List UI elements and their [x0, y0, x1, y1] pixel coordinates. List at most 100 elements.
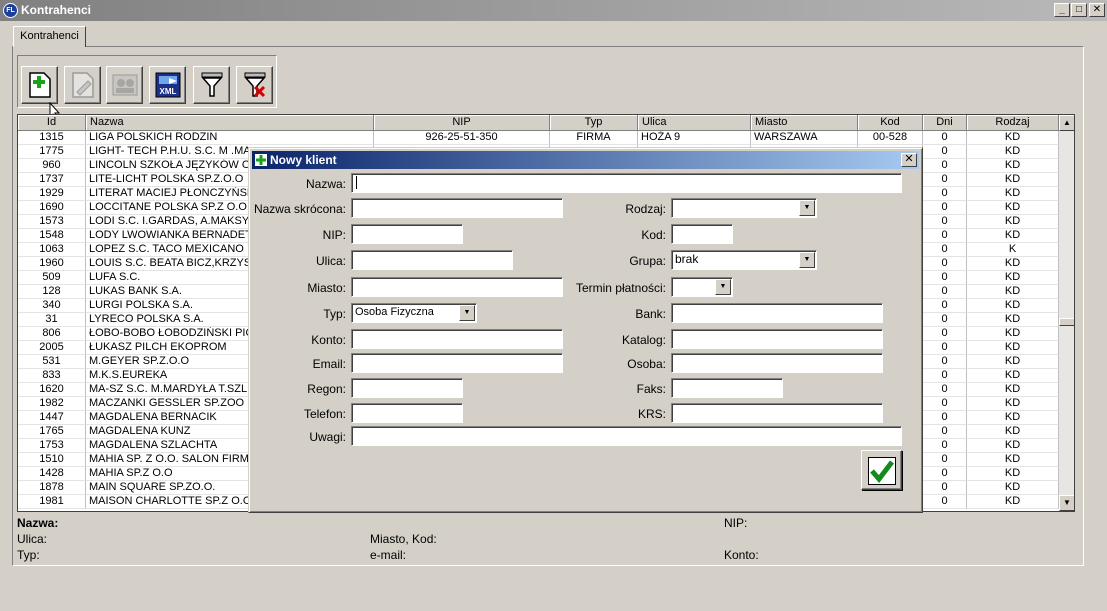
maximize-button[interactable]: □ — [1071, 3, 1087, 17]
table-cell: K — [967, 243, 1059, 257]
scroll-down-button[interactable]: ▼ — [1059, 495, 1074, 511]
table-cell: HOŻA 9 — [638, 131, 751, 145]
contacts-button[interactable] — [106, 66, 143, 104]
termin-platnosci-select[interactable]: ▼ — [671, 277, 733, 297]
filter-icon — [201, 72, 223, 97]
table-cell: 0 — [923, 201, 967, 215]
faks-input[interactable] — [671, 378, 783, 398]
edit-button[interactable] — [64, 66, 101, 104]
column-header[interactable]: NIP — [374, 115, 550, 131]
table-cell: 0 — [923, 187, 967, 201]
dialog-title: Nowy klient — [270, 153, 337, 167]
column-header[interactable]: Rodzaj — [967, 115, 1059, 131]
ulica-input[interactable] — [351, 250, 513, 270]
column-header[interactable]: Ulica — [638, 115, 751, 131]
table-cell: KD — [967, 327, 1059, 341]
uwagi-input[interactable] — [351, 426, 902, 446]
grid-header: Id Nazwa NIP Typ Ulica Miasto Kod Dni Rodzaj — [18, 115, 1059, 131]
ok-button[interactable] — [861, 450, 902, 490]
nazwa-input[interactable] — [351, 173, 902, 193]
table-cell: 0 — [923, 411, 967, 425]
filter-button[interactable] — [193, 66, 230, 104]
table-cell: 0 — [923, 327, 967, 341]
table-cell: 1428 — [18, 467, 86, 481]
email-input[interactable] — [351, 353, 563, 373]
table-cell: 1878 — [18, 481, 86, 495]
krs-input[interactable] — [671, 403, 883, 423]
table-cell: 1960 — [18, 257, 86, 271]
table-cell: 1982 — [18, 397, 86, 411]
katalog-input[interactable] — [671, 329, 883, 349]
column-header[interactable]: Miasto — [751, 115, 858, 131]
nazwa-skrocona-input[interactable] — [351, 198, 563, 218]
table-row[interactable]: 1315 LIGA POLSKICH RODZIN 926-25-51-350 FIR… — [18, 131, 1059, 145]
table-cell: 0 — [923, 313, 967, 327]
label-nazwa-skrocona: Nazwa skrócona: — [253, 202, 346, 216]
bank-input[interactable] — [671, 303, 883, 323]
table-cell: KD — [967, 299, 1059, 313]
detail-nazwa-label: Nazwa: — [17, 516, 59, 530]
regon-input[interactable] — [351, 378, 463, 398]
table-cell: 1753 — [18, 439, 86, 453]
table-cell: 1620 — [18, 383, 86, 397]
label-krs: KRS: — [637, 407, 666, 421]
table-cell: WARSZAWA — [751, 131, 858, 145]
kod-input[interactable] — [671, 224, 733, 244]
chevron-down-icon[interactable]: ▼ — [799, 200, 815, 216]
table-cell: KD — [967, 313, 1059, 327]
label-faks: Faks: — [636, 382, 666, 396]
table-cell: KD — [967, 453, 1059, 467]
table-cell: KD — [967, 285, 1059, 299]
dialog-close-button[interactable]: ✕ — [901, 153, 917, 167]
table-cell: KD — [967, 467, 1059, 481]
table-cell: KD — [967, 187, 1059, 201]
vertical-scrollbar[interactable]: ▲ ▼ — [1059, 115, 1074, 511]
window-titlebar: FL Kontrahenci _ □ ✕ — [0, 0, 1107, 21]
label-typ: Typ: — [323, 307, 346, 321]
column-header[interactable]: Nazwa — [86, 115, 374, 131]
chevron-down-icon[interactable]: ▼ — [715, 279, 731, 295]
osoba-input[interactable] — [671, 353, 883, 373]
column-header[interactable]: Kod — [858, 115, 923, 131]
window-title: Kontrahenci — [21, 3, 92, 17]
nip-input[interactable] — [351, 224, 463, 244]
chevron-down-icon[interactable]: ▼ — [799, 252, 815, 268]
table-cell: 833 — [18, 369, 86, 383]
close-button[interactable]: ✕ — [1089, 3, 1105, 17]
table-cell: 0 — [923, 383, 967, 397]
table-cell: 0 — [923, 173, 967, 187]
text-caret — [356, 176, 357, 189]
rodzaj-select[interactable]: ▼ — [671, 198, 817, 218]
clear-filter-button[interactable] — [236, 66, 273, 104]
label-konto: Konto: — [311, 333, 346, 347]
new-button[interactable] — [21, 66, 58, 104]
label-uwagi: Uwagi: — [309, 430, 346, 444]
column-header[interactable]: Dni — [923, 115, 967, 131]
column-header[interactable]: Id — [18, 115, 86, 131]
label-nip: NIP: — [322, 228, 346, 242]
table-cell: 926-25-51-350 — [374, 131, 550, 145]
export-xml-button[interactable]: XML — [149, 66, 186, 104]
table-cell: 1573 — [18, 215, 86, 229]
grupa-select[interactable]: brak ▼ — [671, 250, 817, 270]
miasto-input[interactable] — [351, 277, 563, 297]
app-logo-icon: FL — [3, 3, 18, 18]
minimize-button[interactable]: _ — [1054, 3, 1070, 17]
table-cell: 0 — [923, 131, 967, 145]
tab-kontrahenci[interactable]: Kontrahenci — [13, 26, 86, 47]
table-cell: KD — [967, 411, 1059, 425]
label-telefon: Telefon: — [303, 407, 346, 421]
table-cell: 0 — [923, 453, 967, 467]
scroll-thumb[interactable] — [1059, 318, 1074, 326]
table-cell: 128 — [18, 285, 86, 299]
column-header[interactable]: Typ — [550, 115, 638, 131]
telefon-input[interactable] — [351, 403, 463, 423]
label-kod: Kod: — [641, 228, 666, 242]
typ-select[interactable]: Osoba Fizyczna ▼ — [351, 303, 477, 323]
chevron-down-icon[interactable]: ▼ — [459, 305, 475, 321]
table-cell: FIRMA — [550, 131, 638, 145]
konto-input[interactable] — [351, 329, 563, 349]
scroll-up-button[interactable]: ▲ — [1059, 115, 1074, 131]
detail-konto-label: Konto: — [724, 548, 759, 562]
table-cell: 0 — [923, 425, 967, 439]
